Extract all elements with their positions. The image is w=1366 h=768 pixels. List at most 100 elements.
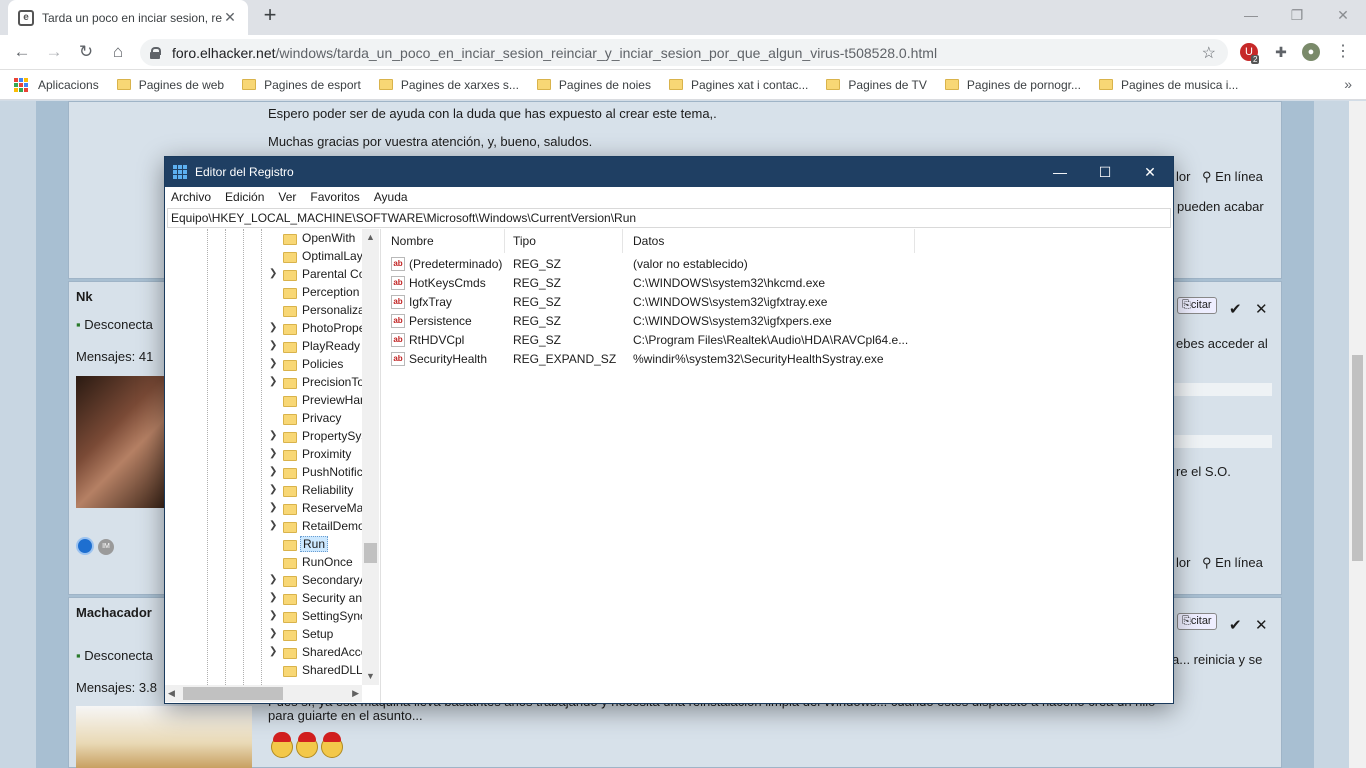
tree-item[interactable]: OptimalLayout xyxy=(165,248,365,266)
tree-item[interactable]: ❯ Reliability xyxy=(165,482,365,500)
tree-item[interactable]: SharedDLLs xyxy=(165,662,365,680)
tree-item[interactable]: ❯ SharedAccess xyxy=(165,644,365,662)
browser-tab[interactable]: e Tarda un poco en inciar sesion, re ✕ xyxy=(8,0,248,35)
forward-icon[interactable]: → xyxy=(42,40,66,64)
expand-chevron-icon[interactable]: ❯ xyxy=(269,574,277,585)
expand-chevron-icon[interactable]: ❯ xyxy=(269,592,277,603)
column-nombre[interactable]: Nombre xyxy=(385,229,505,253)
registry-value-row[interactable]: ab Persistence REG_SZ C:\WINDOWS\system32\i… xyxy=(385,312,1171,331)
expand-chevron-icon[interactable]: ❯ xyxy=(269,520,277,531)
regedit-close-icon[interactable]: ✕ xyxy=(1127,157,1173,187)
tab-close-icon[interactable]: ✕ xyxy=(222,9,238,26)
bookmark-folder[interactable]: Pagines de xarxes s... xyxy=(378,78,519,92)
tree-item[interactable]: Privacy xyxy=(165,410,365,428)
regedit-minimize-icon[interactable]: — xyxy=(1037,157,1083,187)
bookmark-star-icon[interactable]: ☆ xyxy=(1202,43,1216,63)
tree-item[interactable]: ❯ PrecisionTouchPad xyxy=(165,374,365,392)
tree-item[interactable]: ❯ Parental Controls xyxy=(165,266,365,284)
expand-chevron-icon[interactable]: ❯ xyxy=(269,502,277,513)
regedit-maximize-icon[interactable]: ☐ xyxy=(1082,157,1128,187)
menu-ver[interactable]: Ver xyxy=(278,190,296,204)
new-tab-button[interactable]: + xyxy=(258,4,282,28)
tree-item[interactable]: OpenWith xyxy=(165,230,365,248)
menu-ayuda[interactable]: Ayuda xyxy=(374,190,408,204)
tree-item[interactable]: RunOnce xyxy=(165,554,365,572)
check-icon[interactable]: ✔ xyxy=(1229,300,1242,318)
minimize-window-icon[interactable]: — xyxy=(1228,0,1274,30)
tree-item[interactable]: ❯ PlayReady xyxy=(165,338,365,356)
expand-chevron-icon[interactable]: ❯ xyxy=(269,268,277,279)
extensions-puzzle-icon[interactable]: ✚ xyxy=(1272,43,1290,61)
bookmark-folder[interactable]: Pagines xat i contac... xyxy=(668,78,808,92)
back-icon[interactable]: ← xyxy=(10,40,34,64)
tree-item[interactable]: ❯ PhotoPropertyHandler xyxy=(165,320,365,338)
bookmark-folder[interactable]: Pagines de musica i... xyxy=(1098,78,1238,92)
menu-favoritos[interactable]: Favoritos xyxy=(310,190,359,204)
registry-value-row[interactable]: ab SecurityHealth REG_EXPAND_SZ %windir%\sy… xyxy=(385,350,1171,369)
regedit-titlebar[interactable]: Editor del Registro — ☐ ✕ xyxy=(165,157,1173,187)
scroll-right-icon[interactable]: ▶ xyxy=(352,685,359,702)
bookmark-folder[interactable]: Pagines de pornogr... xyxy=(944,78,1081,92)
tree-item[interactable]: ❯ SecondaryAuthFactor xyxy=(165,572,365,590)
delete-icon[interactable]: ✕ xyxy=(1255,300,1268,318)
tree-item[interactable]: PreviewHandlers xyxy=(165,392,365,410)
registry-value-row[interactable]: ab HotKeysCmds REG_SZ C:\WINDOWS\system32\h… xyxy=(385,274,1171,293)
tree-item[interactable]: ❯ Setup xyxy=(165,626,365,644)
tree-item[interactable]: Run xyxy=(165,536,365,554)
username[interactable]: Nk xyxy=(76,289,93,304)
expand-chevron-icon[interactable]: ❯ xyxy=(269,340,277,351)
bookmark-folder[interactable]: Pagines de TV xyxy=(826,78,927,92)
close-window-icon[interactable]: ✕ xyxy=(1320,0,1366,30)
address-bar[interactable]: foro.elhacker.net/windows/tarda_un_poco_… xyxy=(140,39,1228,66)
reload-icon[interactable]: ↻ xyxy=(74,40,98,64)
page-scrollbar[interactable] xyxy=(1349,101,1366,768)
tree-item[interactable]: ❯ PropertySystem xyxy=(165,428,365,446)
registry-value-row[interactable]: ab RtHDVCpl REG_SZ C:\Program Files\Realtek… xyxy=(385,331,1171,350)
tree-item[interactable]: ❯ Security and Maintenance xyxy=(165,590,365,608)
tree-item[interactable]: Perception xyxy=(165,284,365,302)
quote-button[interactable]: ⎘citar xyxy=(1177,297,1217,314)
profile-icon[interactable] xyxy=(76,537,94,555)
expand-chevron-icon[interactable]: ❯ xyxy=(269,628,277,639)
expand-chevron-icon[interactable]: ❯ xyxy=(269,484,277,495)
registry-value-row[interactable]: ab (Predeterminado) REG_SZ (valor no establ… xyxy=(385,255,1171,274)
im-icon[interactable]: IM xyxy=(98,539,114,555)
tree-item[interactable]: ❯ Policies xyxy=(165,356,365,374)
expand-chevron-icon[interactable]: ❯ xyxy=(269,322,277,333)
expand-chevron-icon[interactable]: ❯ xyxy=(269,610,277,621)
scrollbar-thumb[interactable] xyxy=(364,543,377,563)
expand-chevron-icon[interactable]: ❯ xyxy=(269,358,277,369)
apps-bookmark[interactable]: Aplicacions xyxy=(14,77,99,92)
menu-dots-icon[interactable]: ⋮ xyxy=(1334,43,1352,61)
tree-item[interactable]: ❯ ReserveManager xyxy=(165,500,365,518)
username[interactable]: Machacador xyxy=(76,605,152,620)
menu-archivo[interactable]: Archivo xyxy=(171,190,211,204)
home-icon[interactable]: ⌂ xyxy=(106,40,130,64)
tree-item[interactable]: ❯ Proximity xyxy=(165,446,365,464)
expand-chevron-icon[interactable]: ❯ xyxy=(269,430,277,441)
scroll-left-icon[interactable]: ◀ xyxy=(168,685,175,702)
column-datos[interactable]: Datos xyxy=(627,229,915,253)
tree-horizontal-scrollbar[interactable]: ◀ ▶ xyxy=(165,685,362,702)
delete-icon[interactable]: ✕ xyxy=(1255,616,1268,634)
expand-chevron-icon[interactable]: ❯ xyxy=(269,466,277,477)
check-icon[interactable]: ✔ xyxy=(1229,616,1242,634)
restore-window-icon[interactable]: ❐ xyxy=(1274,0,1320,30)
bookmark-folder[interactable]: Pagines de esport xyxy=(242,78,361,92)
expand-chevron-icon[interactable]: ❯ xyxy=(269,646,277,657)
expand-chevron-icon[interactable]: ❯ xyxy=(269,376,277,387)
bookmark-folder[interactable]: Pagines de noies xyxy=(536,78,651,92)
more-bookmarks-icon[interactable]: » xyxy=(1344,76,1352,92)
registry-address-bar[interactable]: Equipo\HKEY_LOCAL_MACHINE\SOFTWARE\Micro… xyxy=(167,208,1171,228)
column-tipo[interactable]: Tipo xyxy=(507,229,623,253)
scrollbar-thumb[interactable] xyxy=(183,687,283,700)
scrollbar-thumb[interactable] xyxy=(1352,355,1363,561)
menu-edicion[interactable]: Edición xyxy=(225,190,264,204)
expand-chevron-icon[interactable]: ❯ xyxy=(269,448,277,459)
tree-item[interactable]: ❯ PushNotifications xyxy=(165,464,365,482)
bookmark-folder[interactable]: Pagines de web xyxy=(116,78,224,92)
quote-button[interactable]: ⎘citar xyxy=(1177,613,1217,630)
profile-avatar-icon[interactable]: ● xyxy=(1302,43,1320,61)
tree-item[interactable]: ❯ RetailDemo xyxy=(165,518,365,536)
registry-value-row[interactable]: ab IgfxTray REG_SZ C:\WINDOWS\system32\igfx… xyxy=(385,293,1171,312)
